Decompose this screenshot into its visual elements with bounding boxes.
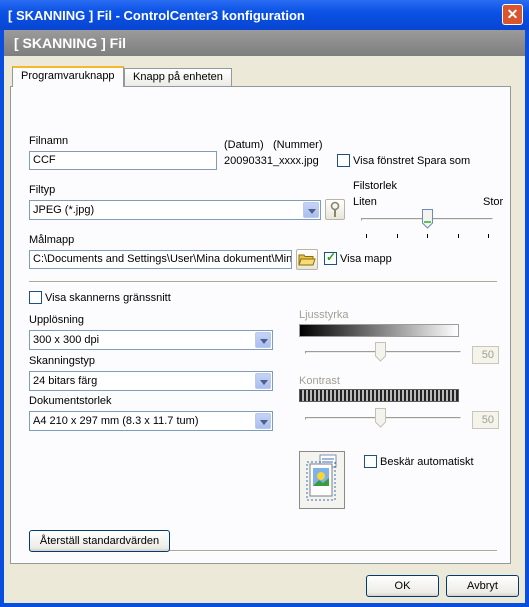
wrench-icon xyxy=(330,201,340,217)
resolution-label: Upplösning xyxy=(29,314,85,326)
slider-tick xyxy=(427,234,428,238)
filetype-label: Filtyp xyxy=(29,184,56,196)
show-save-as-label: Visa fönstret Spara som xyxy=(353,155,471,167)
preview-box xyxy=(299,451,345,509)
doc-size-select[interactable]: A4 210 x 297 mm (8.3 x 11.7 tum) xyxy=(29,411,273,431)
chevron-down-icon[interactable] xyxy=(303,202,319,218)
scanned-document-icon xyxy=(306,454,337,501)
destination-label: Målmapp xyxy=(29,234,75,246)
title-bar[interactable]: [ SKANNING ] Fil - ControlCenter3 konfig… xyxy=(0,0,529,30)
scanner-ui-checkbox[interactable] xyxy=(29,291,42,304)
close-button[interactable]: ✕ xyxy=(502,4,523,25)
folder-open-icon xyxy=(298,254,316,266)
chevron-down-icon[interactable] xyxy=(255,332,271,348)
show-folder-checkbox[interactable] xyxy=(324,250,337,265)
doc-size-label: Dokumentstorlek xyxy=(29,395,112,407)
dialog-client: [ SKANNING ] Fil Programvaruknapp Knapp … xyxy=(4,30,525,603)
ok-button[interactable]: OK xyxy=(366,575,439,597)
dialog-window: [ SKANNING ] Fil - ControlCenter3 konfig… xyxy=(0,0,529,607)
contrast-pattern xyxy=(299,389,459,402)
filetype-settings-button[interactable] xyxy=(325,199,345,220)
contrast-label: Kontrast xyxy=(299,375,340,387)
scan-type-value: 24 bitars färg xyxy=(33,375,98,387)
filesize-slider-thumb[interactable] xyxy=(422,209,433,229)
auto-crop-checkbox[interactable] xyxy=(364,455,377,468)
scan-type-label: Skanningstyp xyxy=(29,355,96,367)
scanner-ui-label: Visa skannerns gränssnitt xyxy=(45,292,171,304)
brightness-value[interactable]: 50 xyxy=(472,346,499,364)
header-title: [ SKANNING ] Fil xyxy=(14,35,126,51)
destination-input[interactable]: C:\Documents and Settings\User\Mina doku… xyxy=(29,250,292,269)
filename-input[interactable]: CCF xyxy=(29,151,217,170)
filetype-select[interactable]: JPEG (*.jpg) xyxy=(29,200,321,220)
window-title: [ SKANNING ] Fil - ControlCenter3 konfig… xyxy=(8,8,305,23)
brightness-gradient xyxy=(299,324,459,337)
show-folder-label: Visa mapp xyxy=(340,253,392,265)
filetype-value: JPEG (*.jpg) xyxy=(33,204,95,216)
filesize-min-label: Liten xyxy=(353,196,377,208)
slider-tick xyxy=(488,234,489,238)
brightness-label: Ljusstyrka xyxy=(299,309,349,321)
tab-knapp-pa-enheten[interactable]: Knapp på enheten xyxy=(124,68,232,86)
browse-folder-button[interactable] xyxy=(296,249,318,270)
tab-programvaruknapp[interactable]: Programvaruknapp xyxy=(12,66,124,87)
slider-tick xyxy=(458,234,459,238)
contrast-slider-thumb[interactable] xyxy=(375,408,386,428)
contrast-value[interactable]: 50 xyxy=(472,411,499,429)
resolution-select[interactable]: 300 x 300 dpi xyxy=(29,330,273,350)
filesize-label: Filstorlek xyxy=(353,180,398,192)
brightness-slider-thumb[interactable] xyxy=(375,342,386,362)
reset-defaults-button[interactable]: Återställ standardvärden xyxy=(29,530,170,552)
filename-suffix: 20090331_xxxx.jpg xyxy=(224,155,319,167)
cancel-button[interactable]: Avbryt xyxy=(446,575,519,597)
tab-panel: Filnamn (Datum) (Nummer) CCF 20090331_xx… xyxy=(10,86,511,564)
auto-crop-label: Beskär automatiskt xyxy=(380,456,474,468)
divider xyxy=(29,281,497,283)
resolution-value: 300 x 300 dpi xyxy=(33,334,100,346)
chevron-down-icon[interactable] xyxy=(255,373,271,389)
slider-tick xyxy=(397,234,398,238)
filesize-max-label: Stor xyxy=(483,196,504,208)
show-save-as-checkbox[interactable] xyxy=(337,154,350,167)
number-label: (Nummer) xyxy=(273,139,323,151)
header-band: [ SKANNING ] Fil xyxy=(4,30,525,56)
scan-type-select[interactable]: 24 bitars färg xyxy=(29,371,273,391)
filename-label: Filnamn xyxy=(29,135,69,147)
doc-size-value: A4 210 x 297 mm (8.3 x 11.7 tum) xyxy=(33,415,199,427)
slider-tick xyxy=(366,234,367,238)
chevron-down-icon[interactable] xyxy=(255,413,271,429)
date-label: (Datum) xyxy=(224,139,264,151)
